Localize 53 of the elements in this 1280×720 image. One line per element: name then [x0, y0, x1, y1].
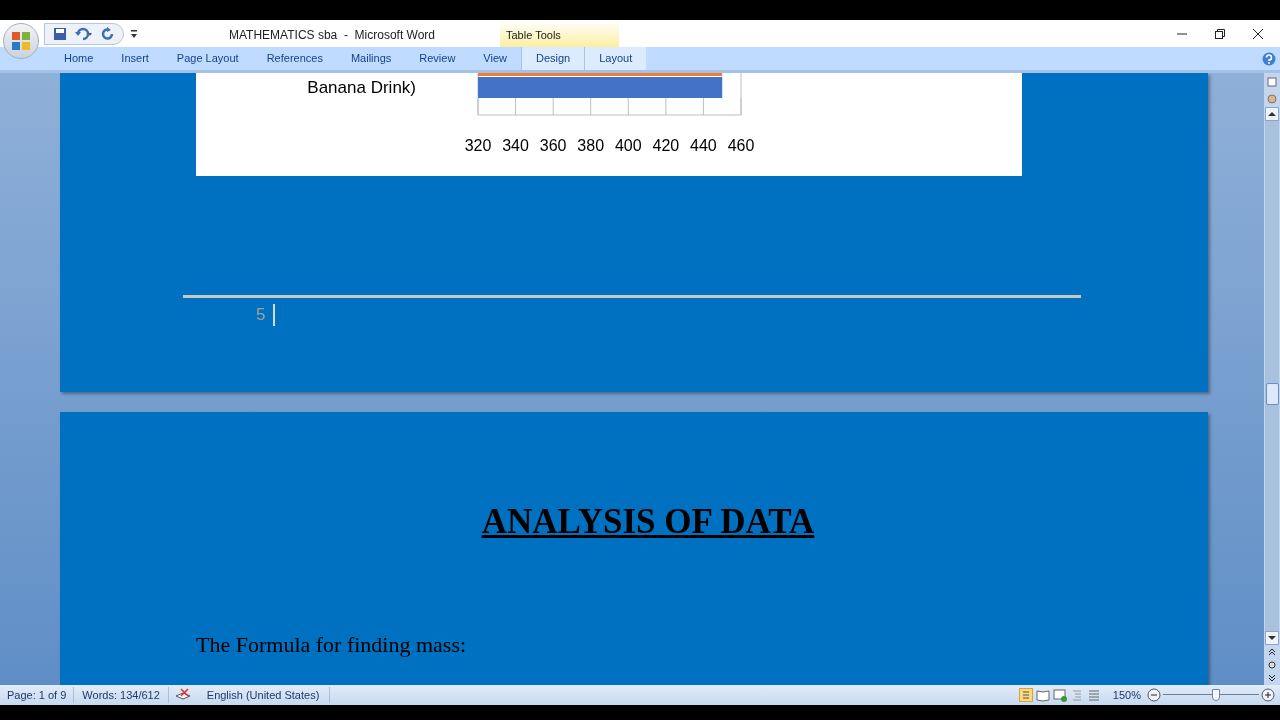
- view-ruler-icon[interactable]: [1266, 76, 1278, 88]
- context-tab-group-label: Table Tools: [506, 28, 562, 43]
- zoom-level[interactable]: 150%: [1112, 686, 1141, 704]
- reading-layout-icon[interactable]: [1035, 688, 1050, 702]
- office-logo-icon: [11, 31, 31, 51]
- text-cursor: [273, 303, 276, 326]
- axis-tick-label: 340: [502, 137, 529, 154]
- undo-icon[interactable]: [75, 26, 93, 41]
- save-icon[interactable]: [53, 26, 67, 41]
- axis-tick-label: 460: [727, 137, 755, 154]
- axis-tick-label: 320: [464, 137, 492, 154]
- window-title: MATHEMATICS sba - Microsoft Word: [229, 27, 436, 44]
- zoom-in-icon[interactable]: [1261, 688, 1275, 702]
- zoom-out-icon[interactable]: [1147, 688, 1161, 702]
- ribbon-tab[interactable]: Insert: [107, 47, 163, 70]
- previous-page-icon[interactable]: [1267, 648, 1277, 656]
- axis-tick-label: 360: [539, 137, 567, 154]
- vertical-scrollbar[interactable]: [1265, 107, 1279, 645]
- ribbon-tab[interactable]: Design: [521, 47, 585, 70]
- ribbon-tab[interactable]: Layout: [584, 47, 647, 70]
- next-page-icon[interactable]: [1267, 674, 1277, 682]
- zoom-slider-thumb[interactable]: [1211, 689, 1220, 701]
- ribbon-tab[interactable]: Review: [405, 47, 470, 70]
- ribbon-tab[interactable]: View: [469, 47, 521, 70]
- section-heading: ANALYSIS OF DATA: [481, 501, 815, 543]
- ribbon-tab[interactable]: Home: [50, 47, 108, 70]
- hand-icon[interactable]: [1266, 92, 1278, 104]
- page-count[interactable]: Page: 1 of 9: [0, 686, 75, 704]
- redo-icon[interactable]: [101, 26, 115, 41]
- ribbon-tab[interactable]: References: [252, 47, 337, 70]
- language-indicator[interactable]: English (United States): [196, 686, 331, 704]
- body-paragraph: The Formula for finding mass:: [196, 630, 467, 659]
- category-label: Banana Drink): [307, 78, 416, 97]
- axis-tick-label: 380: [577, 137, 605, 154]
- zoom-slider[interactable]: [1163, 688, 1259, 702]
- axis-tick-label: 440: [690, 137, 717, 154]
- web-layout-icon[interactable]: [1052, 688, 1067, 702]
- scroll-up-icon[interactable]: [1265, 107, 1279, 121]
- browse-object-icon[interactable]: [1267, 660, 1277, 670]
- scroll-thumb[interactable]: [1265, 383, 1279, 405]
- page-number: 5: [256, 304, 266, 326]
- restore-icon[interactable]: [1214, 27, 1226, 40]
- word-count[interactable]: Words: 134/612: [74, 686, 169, 704]
- axis-tick-label: 400: [614, 137, 642, 154]
- close-icon[interactable]: [1252, 27, 1264, 40]
- ribbon-tab[interactable]: Mailings: [336, 47, 406, 70]
- office-button[interactable]: [3, 23, 39, 59]
- customize-toolbar-icon[interactable]: [130, 28, 138, 39]
- scroll-down-icon[interactable]: [1265, 631, 1279, 645]
- ribbon-tab[interactable]: Page Layout: [162, 47, 253, 70]
- proofing-book-icon[interactable]: [174, 688, 191, 702]
- axis-tick-label: 420: [652, 137, 680, 154]
- help-icon[interactable]: [1262, 51, 1276, 66]
